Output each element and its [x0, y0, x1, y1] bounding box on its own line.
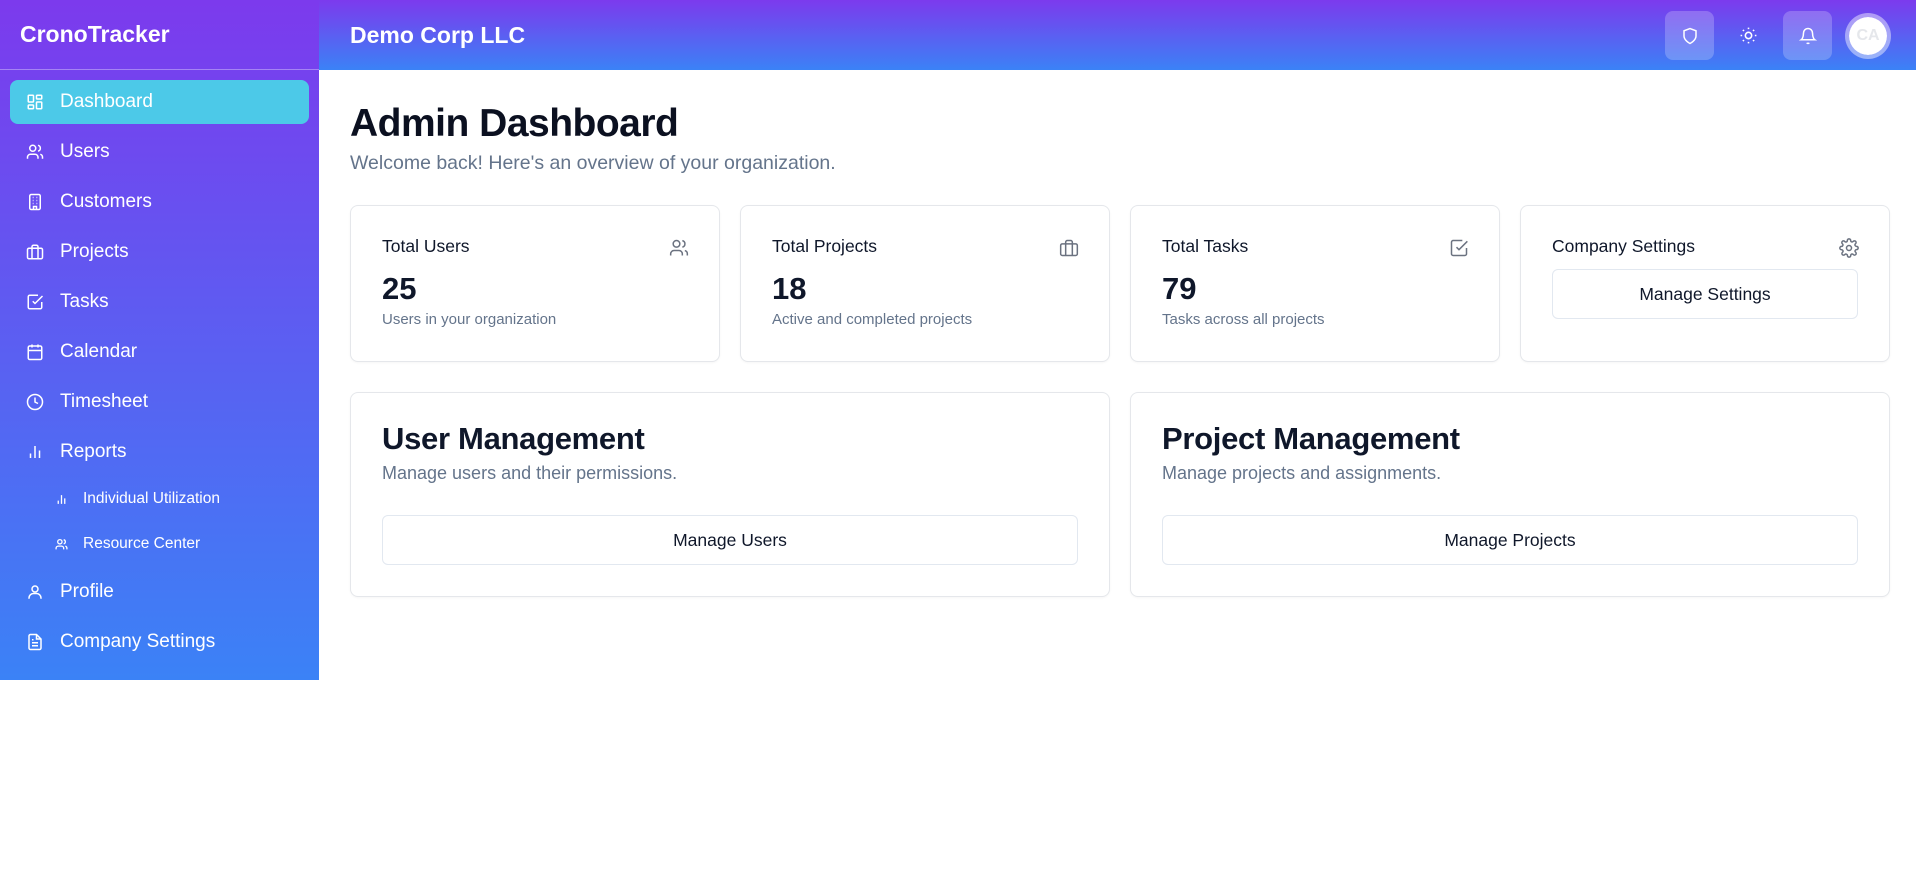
- sidebar-item-label: Resource Center: [83, 535, 201, 552]
- stat-description: Active and completed projects: [772, 311, 973, 328]
- page-subtitle: Welcome back! Here's an overview of your…: [350, 152, 836, 174]
- users-icon: [25, 142, 45, 162]
- sidebar-nav: Dashboard Users Customers Projects Tasks: [0, 70, 319, 664]
- stat-title: Total Tasks: [1162, 236, 1249, 256]
- building-icon: [25, 192, 45, 212]
- sidebar-item-label: Dashboard: [60, 91, 153, 112]
- users-icon: [669, 238, 689, 258]
- sidebar-item-company-settings[interactable]: Company Settings: [10, 620, 309, 664]
- sidebar: CronoTracker Dashboard Users Customers P…: [0, 0, 319, 680]
- users-icon: [54, 537, 68, 551]
- sidebar-item-label: Company Settings: [60, 631, 216, 652]
- sidebar-item-tasks[interactable]: Tasks: [10, 280, 309, 324]
- sidebar-item-timesheet[interactable]: Timesheet: [10, 380, 309, 424]
- sidebar-item-label: Users: [60, 141, 110, 162]
- stat-value: 79: [1162, 271, 1197, 306]
- sidebar-item-projects[interactable]: Projects: [10, 230, 309, 274]
- stat-description: Users in your organization: [382, 311, 557, 328]
- stat-value: 18: [772, 271, 807, 306]
- manage-projects-button[interactable]: Manage Projects: [1162, 515, 1858, 565]
- company-name: Demo Corp LLC: [350, 21, 526, 48]
- sidebar-item-reports[interactable]: Reports: [10, 430, 309, 474]
- top-bar: Demo Corp LLC CA: [319, 0, 1916, 70]
- shield-icon: [1681, 27, 1699, 45]
- card-title: Project Management: [1162, 421, 1460, 456]
- card-description: Manage users and their permissions.: [382, 463, 678, 483]
- stat-title: Company Settings: [1552, 236, 1695, 256]
- sidebar-item-label: Customers: [60, 191, 152, 212]
- check-square-icon: [1449, 238, 1469, 258]
- check-square-icon: [25, 292, 45, 312]
- stat-card-total-tasks: Total Tasks 79 Tasks across all projects: [1130, 205, 1500, 362]
- main-content: Admin Dashboard Welcome back! Here's an …: [350, 102, 1891, 597]
- sidebar-item-label: Tasks: [60, 291, 109, 312]
- sun-icon: [1739, 26, 1758, 45]
- notifications-button[interactable]: [1783, 11, 1832, 60]
- stat-card-total-users: Total Users 25 Users in your organizatio…: [350, 205, 720, 362]
- sidebar-item-dashboard[interactable]: Dashboard: [10, 80, 309, 124]
- sidebar-item-profile[interactable]: Profile: [10, 570, 309, 614]
- stats-row: Total Users 25 Users in your organizatio…: [350, 205, 1891, 362]
- manage-users-button[interactable]: Manage Users: [382, 515, 1078, 565]
- stat-title: Total Projects: [772, 236, 878, 256]
- app-logo[interactable]: CronoTracker: [0, 0, 319, 70]
- document-icon: [25, 632, 45, 652]
- gear-icon: [1839, 238, 1859, 258]
- sidebar-item-label: Profile: [60, 581, 114, 602]
- sidebar-item-individual-utilization[interactable]: Individual Utilization: [10, 480, 309, 518]
- stat-card-company-settings: Company Settings Manage Settings: [1520, 205, 1890, 362]
- clock-icon: [25, 392, 45, 412]
- sidebar-item-label: Reports: [60, 441, 127, 462]
- dashboard-icon: [25, 92, 45, 112]
- page-title: Admin Dashboard: [350, 102, 679, 145]
- bar-chart-icon: [54, 492, 68, 506]
- sidebar-item-label: Calendar: [60, 341, 138, 362]
- briefcase-icon: [25, 242, 45, 262]
- card-description: Manage projects and assignments.: [1162, 463, 1442, 483]
- theme-toggle-button[interactable]: [1724, 11, 1773, 60]
- bell-icon: [1798, 27, 1817, 45]
- user-management-card: User Management Manage users and their p…: [350, 392, 1110, 597]
- sidebar-item-calendar[interactable]: Calendar: [10, 330, 309, 374]
- user-avatar[interactable]: CA: [1845, 12, 1891, 59]
- manage-settings-button[interactable]: Manage Settings: [1552, 269, 1858, 319]
- sidebar-item-label: Timesheet: [60, 391, 148, 412]
- project-management-card: Project Management Manage projects and a…: [1130, 392, 1890, 597]
- briefcase-icon: [1059, 238, 1079, 258]
- sidebar-item-label: Individual Utilization: [83, 490, 220, 507]
- admin-shield-button[interactable]: [1665, 11, 1714, 60]
- calendar-icon: [25, 342, 45, 362]
- sidebar-item-customers[interactable]: Customers: [10, 180, 309, 224]
- stat-title: Total Users: [382, 236, 470, 256]
- bar-chart-icon: [25, 442, 45, 462]
- sidebar-item-label: Projects: [60, 241, 129, 262]
- sidebar-item-resource-center[interactable]: Resource Center: [10, 525, 309, 563]
- top-actions: CA: [1665, 11, 1891, 60]
- management-row: User Management Manage users and their p…: [350, 392, 1891, 597]
- sidebar-item-users[interactable]: Users: [10, 130, 309, 174]
- stat-card-total-projects: Total Projects 18 Active and completed p…: [740, 205, 1110, 362]
- stat-value: 25: [382, 271, 417, 306]
- user-icon: [25, 582, 45, 602]
- stat-description: Tasks across all projects: [1162, 311, 1325, 328]
- card-title: User Management: [382, 421, 645, 456]
